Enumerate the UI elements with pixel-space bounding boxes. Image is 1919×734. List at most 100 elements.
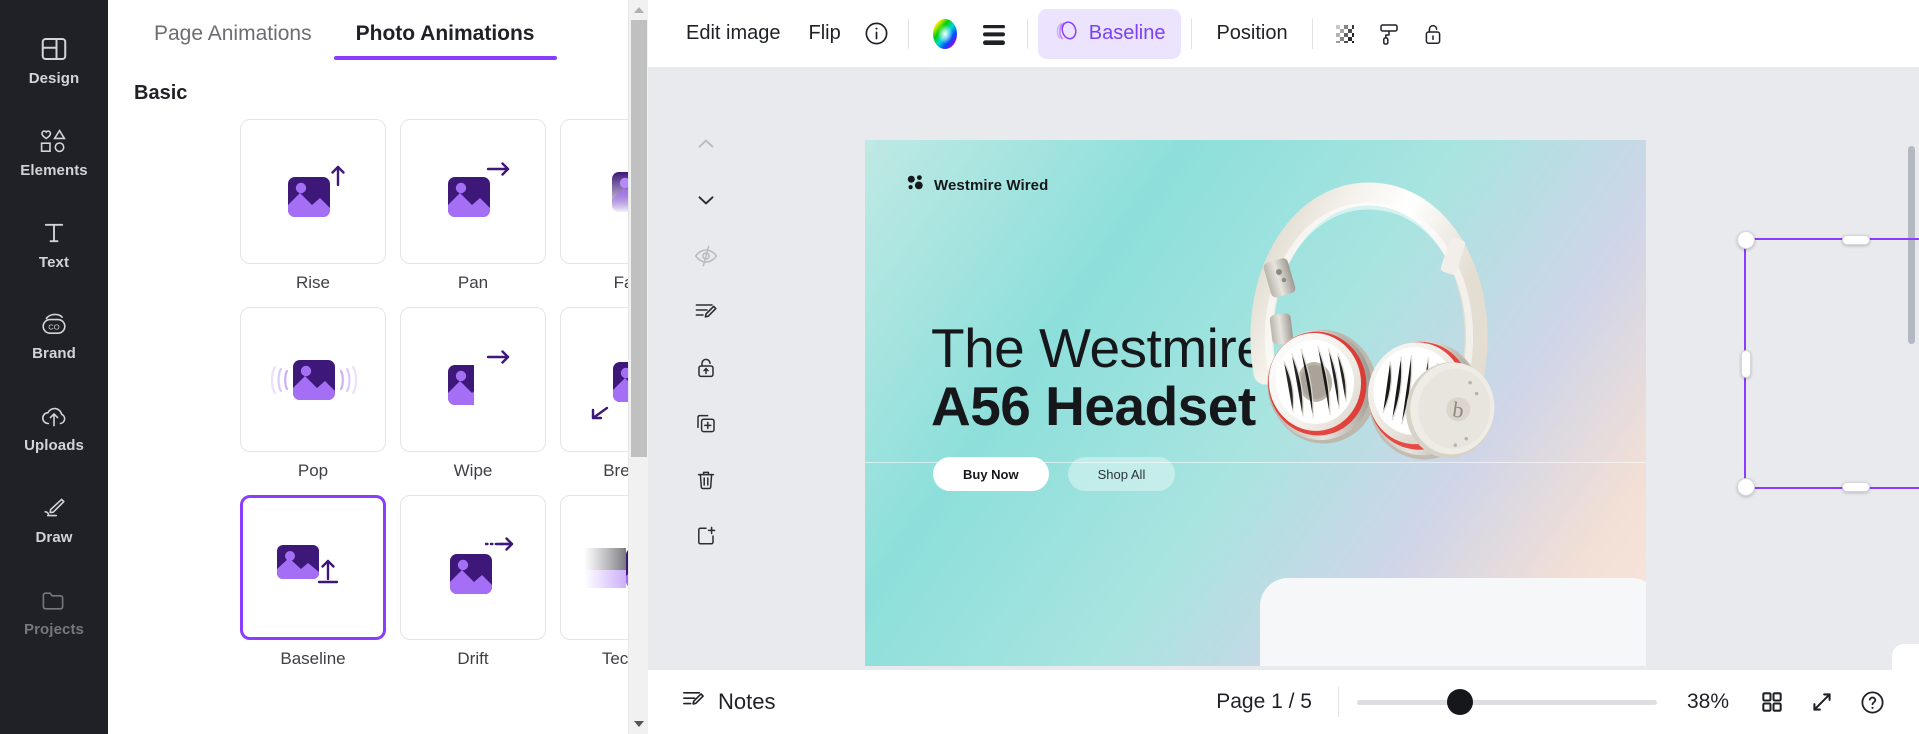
animation-card-thumb[interactable] (400, 495, 546, 640)
tab-page-animations[interactable]: Page Animations (132, 14, 334, 60)
baseline-icon (269, 539, 357, 597)
animation-card-rise[interactable]: Rise (240, 119, 386, 293)
sidebar-item-design[interactable]: Design (0, 14, 108, 106)
animation-card-pop[interactable]: Pop (240, 307, 386, 481)
selection-frame[interactable] (1744, 238, 1919, 489)
color-wheel-icon[interactable] (919, 8, 971, 60)
sidebar-item-text[interactable]: Text (0, 198, 108, 290)
edit-image-button[interactable]: Edit image (672, 13, 795, 54)
design-buttons: Buy Now Shop All (933, 457, 1175, 491)
buy-now-button[interactable]: Buy Now (933, 457, 1049, 491)
design-headline[interactable]: The Westmire A56 Headset (931, 320, 1266, 437)
animation-card-thumb[interactable] (400, 307, 546, 452)
sidebar-item-projects[interactable]: Projects (0, 566, 108, 658)
zoom-slider-knob[interactable] (1447, 689, 1473, 715)
sidebar-item-label: Projects (24, 621, 84, 638)
pop-icon (263, 343, 363, 417)
notes-button[interactable]: Notes (670, 681, 785, 724)
page-notes-button[interactable] (678, 284, 734, 340)
sidebar-item-brand[interactable]: CO Brand (0, 290, 108, 382)
chevron-down-icon (693, 187, 719, 213)
animation-grid-wrap: Rise Pan (108, 119, 648, 669)
notes-label: Notes (718, 689, 775, 715)
move-page-up-button[interactable] (678, 116, 734, 172)
text-icon (40, 218, 68, 248)
toolbar-separator (1191, 19, 1192, 49)
sidebar-item-label: Text (39, 254, 69, 271)
help-button[interactable] (1847, 680, 1897, 724)
animation-card-thumb[interactable] (400, 119, 546, 264)
delete-page-button[interactable] (678, 452, 734, 508)
folder-icon (39, 587, 69, 615)
scrollbar-up-arrow[interactable] (629, 0, 649, 20)
headphones-image[interactable]: b (1227, 168, 1511, 468)
design-page[interactable]: Westmire Wired The Westmire A56 Headset … (865, 140, 1646, 666)
lock-page-button[interactable] (678, 340, 734, 396)
transparency-icon[interactable] (1323, 12, 1367, 56)
trash-icon (693, 467, 719, 493)
animation-card-wipe[interactable]: Wipe (400, 307, 546, 481)
hide-page-button[interactable] (678, 228, 734, 284)
animation-label: Wipe (400, 461, 546, 481)
image-toolbar: Edit image Flip (648, 0, 1919, 68)
panel-scrollbar[interactable] (628, 0, 648, 734)
canvas-area[interactable]: Westmire Wired The Westmire A56 Headset … (648, 68, 1919, 670)
shop-all-button[interactable]: Shop All (1068, 457, 1176, 491)
page-counter[interactable]: Page 1 / 5 (1196, 690, 1332, 714)
grid-view-icon (1759, 689, 1785, 715)
animate-button[interactable]: Baseline (1038, 9, 1182, 59)
move-page-down-button[interactable] (678, 172, 734, 228)
animation-card-baseline[interactable]: Baseline (240, 495, 386, 669)
upload-cloud-icon (38, 403, 70, 431)
zoom-slider[interactable] (1357, 689, 1657, 715)
flip-button[interactable]: Flip (795, 13, 855, 54)
brand-logo: Westmire Wired (907, 174, 1048, 196)
grid-view-button[interactable] (1747, 680, 1797, 724)
animation-card-thumb[interactable] (240, 495, 386, 640)
resize-handle-left[interactable] (1741, 350, 1751, 378)
toolbar-separator (1027, 19, 1028, 49)
toolbar-separator (1312, 19, 1313, 49)
animation-card-pan[interactable]: Pan (400, 119, 546, 293)
animation-card-thumb[interactable] (240, 307, 386, 452)
brand-icon: CO (38, 311, 70, 339)
fullscreen-button[interactable] (1797, 680, 1847, 724)
animation-label: Rise (240, 273, 386, 293)
pen-icon (39, 495, 69, 523)
headline-line-1: The Westmire (931, 320, 1266, 377)
position-button[interactable]: Position (1202, 13, 1301, 54)
animation-label: Pan (400, 273, 546, 293)
sidebar-item-label: Draw (35, 529, 72, 546)
paint-roller-icon[interactable] (1367, 12, 1411, 56)
left-rail: Design Elements Text (0, 0, 108, 734)
resize-handle-bottom-left[interactable] (1737, 478, 1755, 496)
sidebar-item-uploads[interactable]: Uploads (0, 382, 108, 474)
notes-collapse-tab[interactable] (1892, 644, 1919, 670)
adjust-lines-icon[interactable] (971, 12, 1017, 56)
drift-icon (428, 530, 518, 606)
tab-photo-animations[interactable]: Photo Animations (334, 14, 557, 60)
scrollbar-thumb[interactable] (631, 20, 647, 457)
toolbar-separator (908, 19, 909, 49)
resize-handle-bottom[interactable] (1842, 482, 1870, 492)
pan-icon (430, 155, 516, 229)
animate-label: Baseline (1089, 22, 1166, 45)
lock-icon (693, 355, 719, 381)
zoom-value[interactable]: 38% (1669, 690, 1747, 714)
sidebar-item-draw[interactable]: Draw (0, 474, 108, 566)
add-page-button[interactable] (678, 508, 734, 564)
animation-card-drift[interactable]: Drift (400, 495, 546, 669)
sidebar-item-label: Design (29, 70, 80, 87)
editor-main: Edit image Flip (648, 0, 1919, 734)
canva-editor: Design Elements Text (0, 0, 1919, 734)
scrollbar-down-arrow[interactable] (629, 714, 649, 734)
animation-card-thumb[interactable] (240, 119, 386, 264)
resize-handle-top-left[interactable] (1737, 231, 1755, 249)
rise-icon (270, 155, 356, 229)
sidebar-item-elements[interactable]: Elements (0, 106, 108, 198)
resize-handle-top[interactable] (1842, 235, 1870, 245)
lock-icon[interactable] (1411, 12, 1455, 56)
duplicate-page-button[interactable] (678, 396, 734, 452)
info-icon[interactable] (855, 12, 898, 55)
animation-label: Drift (400, 649, 546, 669)
